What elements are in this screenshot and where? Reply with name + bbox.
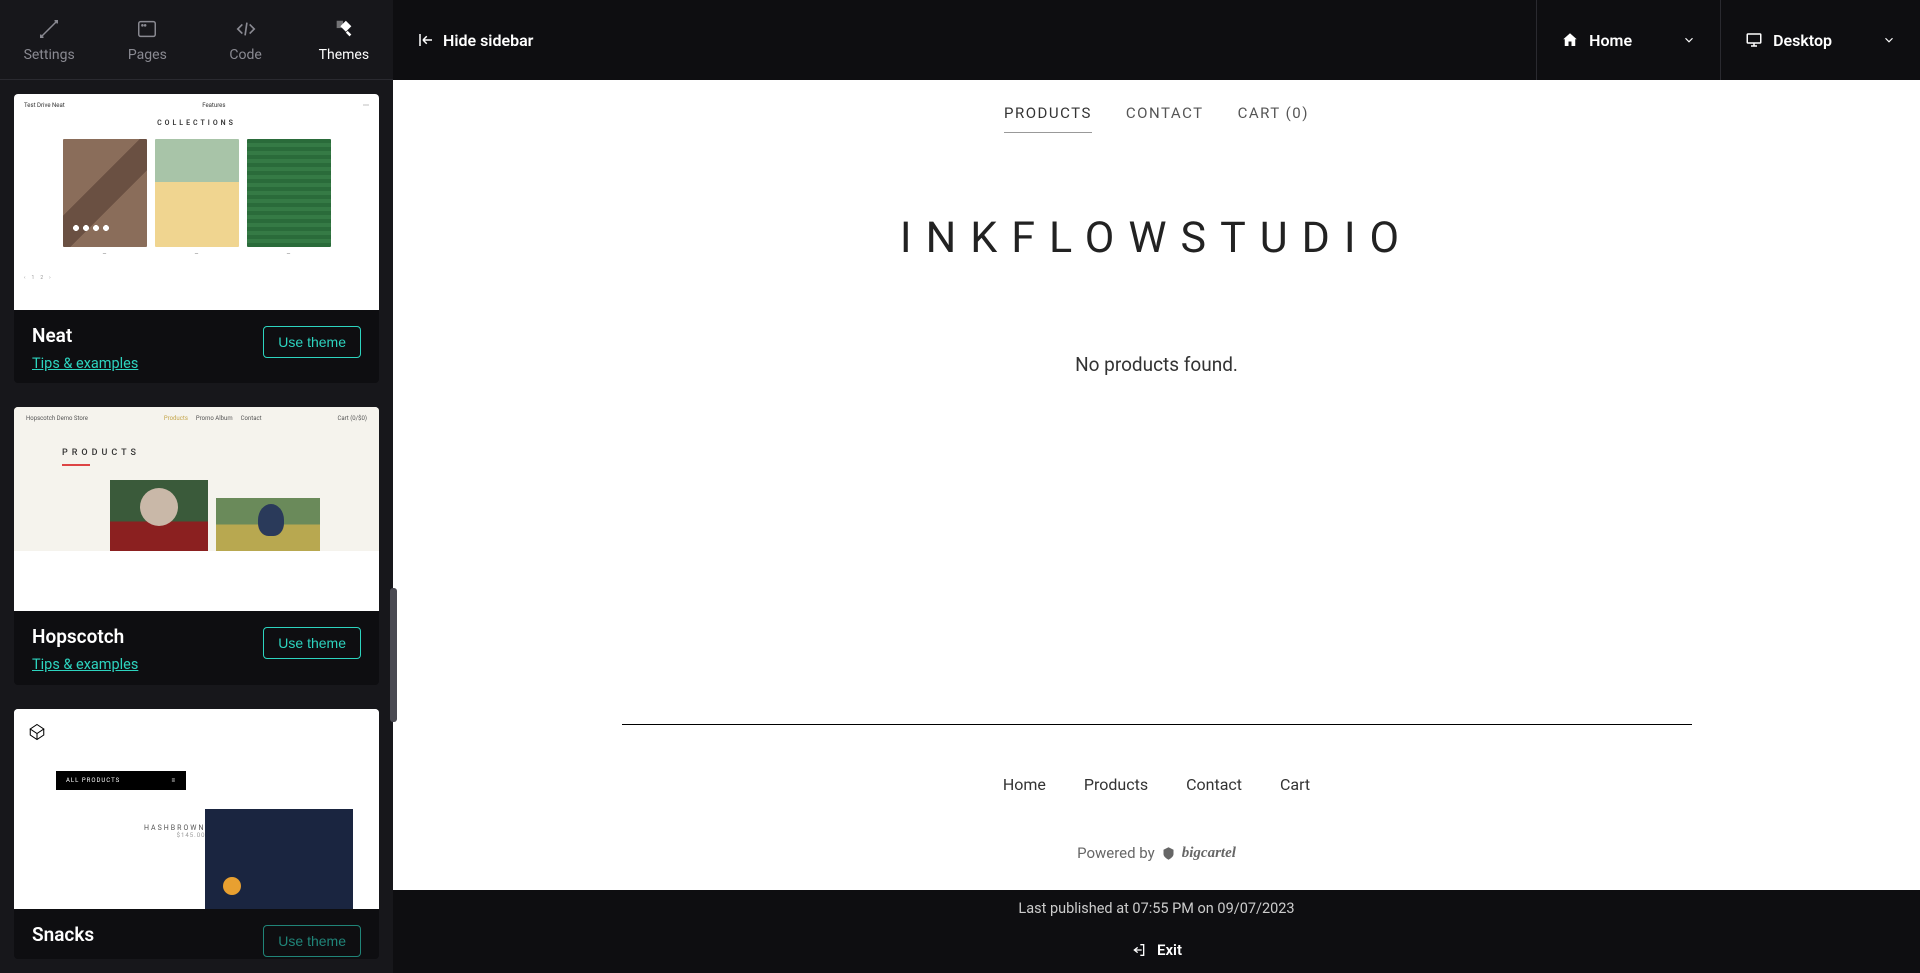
theme-preview[interactable]: Hopscotch Demo Store Products Promo Albu… [14,407,379,611]
shop-title: INKFLOWSTUDIO [393,213,1920,263]
theme-tips-link[interactable]: Tips & examples [32,355,138,372]
preview-text: Cart (0/$0) [337,415,367,422]
theme-card-neat: Test Drive Neat Features ⋯ COLLECTIONS —… [14,94,379,383]
preview-image [63,139,147,247]
settings-icon [37,17,61,41]
shop-footer-links: Home Products Contact Cart [393,725,1920,844]
shop-empty-message: No products found. [393,353,1920,376]
footer-link-home[interactable]: Home [1003,775,1046,794]
collapse-left-icon [417,31,435,49]
device-selector[interactable]: Desktop [1720,0,1920,80]
chevron-down-icon [1882,33,1896,47]
preview-text: Features [202,102,225,109]
hide-sidebar-button[interactable]: Hide sidebar [393,0,557,80]
topbar: Hide sidebar Home Desktop [393,0,1920,80]
theme-card-snacks: ALL PRODUCTS≡ HASHBROWN $145.00 Snacks U… [14,709,379,959]
theme-name: Neat [32,324,138,347]
home-icon [1561,31,1579,49]
preview-image [155,139,239,247]
theme-tips-link[interactable]: Tips & examples [32,656,138,673]
preview-image [205,809,353,909]
exit-label: Exit [1157,941,1182,959]
shop-nav-cart[interactable]: CART (0) [1238,104,1309,133]
preview-logo-icon [28,723,46,741]
tab-themes[interactable]: Themes [295,0,393,79]
theme-name: Hopscotch [32,625,138,648]
tab-label: Code [229,47,261,63]
page-selector-label: Home [1589,31,1632,50]
footer-link-products[interactable]: Products [1084,775,1148,794]
theme-preview[interactable]: ALL PRODUCTS≡ HASHBROWN $145.00 [14,709,379,909]
exit-button[interactable]: Exit [393,927,1920,973]
sidebar-tabs: Settings Pages Code Themes [0,0,393,80]
tab-label: Settings [24,47,75,63]
shop-nav-contact[interactable]: CONTACT [1126,104,1204,133]
device-selector-label: Desktop [1773,31,1832,50]
tab-label: Themes [319,47,369,63]
use-theme-button[interactable]: Use theme [263,326,361,358]
preview-heading: PRODUCTS [14,430,379,464]
preview-image [247,139,331,247]
preview-frame: PRODUCTS CONTACT CART (0) INKFLOWSTUDIO … [393,80,1920,890]
tab-settings[interactable]: Settings [0,0,98,79]
publish-status: Last published at 07:55 PM on 09/07/2023 [393,890,1920,927]
pages-icon [135,17,159,41]
sidebar: Settings Pages Code Themes [0,0,393,973]
theme-list[interactable]: Test Drive Neat Features ⋯ COLLECTIONS —… [0,80,393,973]
preview-bar: ALL PRODUCTS≡ [56,771,186,790]
exit-icon [1131,942,1147,958]
tab-pages[interactable]: Pages [98,0,196,79]
bigcartel-icon [1161,846,1176,861]
shop-nav: PRODUCTS CONTACT CART (0) [393,80,1920,143]
main: Hide sidebar Home Desktop PRODUCTS CONTA… [393,0,1920,973]
preview-text: Test Drive Neat [24,102,65,109]
preview-product-label: HASHBROWN $145.00 [144,824,205,839]
theme-card-hopscotch: Hopscotch Demo Store Products Promo Albu… [14,407,379,685]
preview-heading: COLLECTIONS [24,119,369,127]
powered-by-label: Powered by [1077,844,1155,862]
scrollbar-thumb[interactable] [390,588,397,722]
footer-link-cart[interactable]: Cart [1280,775,1310,794]
powered-by[interactable]: Powered by bigcartel [393,844,1920,890]
page-selector[interactable]: Home [1536,0,1720,80]
use-theme-button[interactable]: Use theme [263,627,361,659]
code-icon [234,17,258,41]
use-theme-button[interactable]: Use theme [263,925,361,957]
shop-nav-products[interactable]: PRODUCTS [1004,104,1092,133]
theme-preview[interactable]: Test Drive Neat Features ⋯ COLLECTIONS —… [14,94,379,310]
footer-link-contact[interactable]: Contact [1186,775,1242,794]
themes-icon [332,17,356,41]
chevron-down-icon [1682,33,1696,47]
preview-text: Hopscotch Demo Store [26,415,88,422]
hide-sidebar-label: Hide sidebar [443,31,533,50]
desktop-icon [1745,31,1763,49]
theme-name: Snacks [32,923,94,946]
tab-code[interactable]: Code [197,0,295,79]
preview-nav: Products Promo Album Contact [164,415,262,422]
preview-text: ⋯ [363,102,369,109]
powered-by-brand: bigcartel [1182,845,1236,862]
tab-label: Pages [128,47,167,63]
